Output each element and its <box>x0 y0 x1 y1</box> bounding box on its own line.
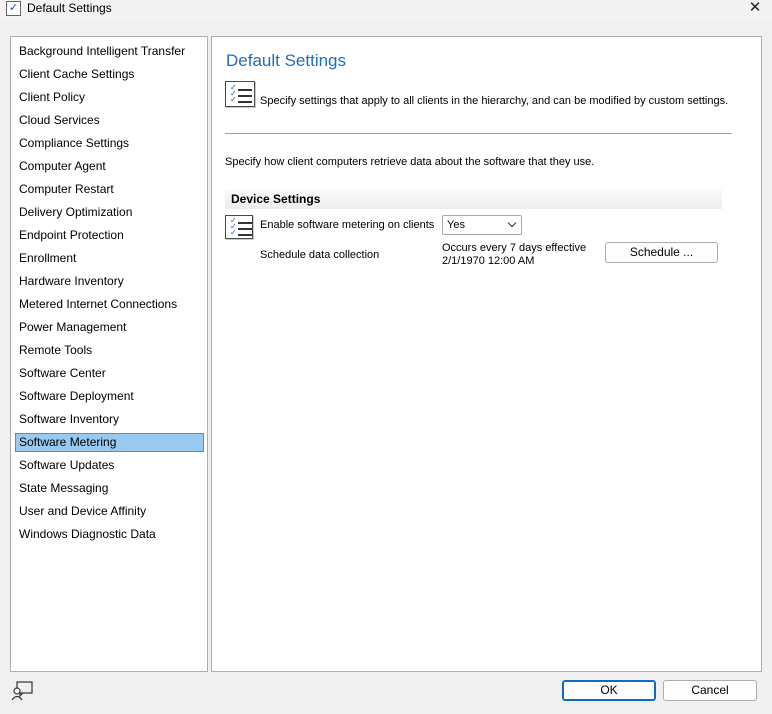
sidebar-item[interactable]: Hardware Inventory <box>15 272 204 291</box>
sidebar-item[interactable]: Windows Diagnostic Data <box>15 525 204 544</box>
feedback-icon[interactable] <box>11 681 35 701</box>
page-description: Specify settings that apply to all clien… <box>260 95 729 107</box>
device-settings-header: Device Settings <box>225 189 722 209</box>
sidebar-item[interactable]: Remote Tools <box>15 341 204 360</box>
schedule-label: Schedule data collection <box>260 249 380 261</box>
metering-value: Yes <box>447 219 465 231</box>
close-icon: ✕ <box>748 0 762 16</box>
sidebar-item[interactable]: Software Inventory <box>15 410 204 429</box>
settings-panel: Default Settings ✓ ✓ ✓ Specify settings … <box>211 36 762 672</box>
settings-app-icon: ✓ <box>6 1 21 16</box>
cancel-button[interactable]: Cancel <box>663 680 757 701</box>
sidebar-item[interactable]: Delivery Optimization <box>15 203 204 222</box>
section-description: Specify how client computers retrieve da… <box>225 156 595 168</box>
settings-category-list: Background Intelligent Transfer Client C… <box>10 36 208 672</box>
sidebar-item[interactable]: Client Cache Settings <box>15 65 204 84</box>
sidebar-item[interactable]: State Messaging <box>15 479 204 498</box>
sidebar-item[interactable]: Compliance Settings <box>15 134 204 153</box>
schedule-summary-line1: Occurs every 7 days effective <box>442 242 587 254</box>
sidebar-item[interactable]: Metered Internet Connections <box>15 295 204 314</box>
sidebar-item[interactable]: User and Device Affinity <box>15 502 204 521</box>
chevron-down-icon <box>507 218 517 228</box>
sidebar-item[interactable]: Client Policy <box>15 88 204 107</box>
sidebar-item[interactable]: Software Updates <box>15 456 204 475</box>
schedule-summary-line2: 2/1/1970 12:00 AM <box>442 255 535 267</box>
checklist-icon: ✓ ✓ ✓ <box>225 81 255 107</box>
sidebar-item-selected[interactable]: Software Metering <box>15 433 204 452</box>
sidebar-item[interactable]: Computer Restart <box>15 180 204 199</box>
schedule-summary: Occurs every 7 days effective 2/1/1970 1… <box>442 242 586 268</box>
sidebar-item[interactable]: Power Management <box>15 318 204 337</box>
sidebar-item[interactable]: Enrollment <box>15 249 204 268</box>
checklist-icon: ✓ ✓ ✓ <box>225 215 253 239</box>
ok-button[interactable]: OK <box>562 680 656 701</box>
sidebar-item[interactable]: Software Center <box>15 364 204 383</box>
close-button[interactable]: ✕ <box>738 0 772 22</box>
sidebar-item[interactable]: Computer Agent <box>15 157 204 176</box>
window-title: Default Settings <box>27 1 112 15</box>
divider <box>225 133 732 134</box>
sidebar-item[interactable]: Software Deployment <box>15 387 204 406</box>
sidebar-item[interactable]: Cloud Services <box>15 111 204 130</box>
metering-label: Enable software metering on clients <box>260 219 435 231</box>
metering-dropdown[interactable]: Yes <box>442 215 522 235</box>
sidebar-item[interactable]: Background Intelligent Transfer <box>15 42 204 61</box>
sidebar-item[interactable]: Endpoint Protection <box>15 226 204 245</box>
title-bar: ✓ Default Settings ✕ <box>0 0 772 22</box>
schedule-button[interactable]: Schedule ... <box>605 242 718 263</box>
page-title: Default Settings <box>226 51 347 70</box>
